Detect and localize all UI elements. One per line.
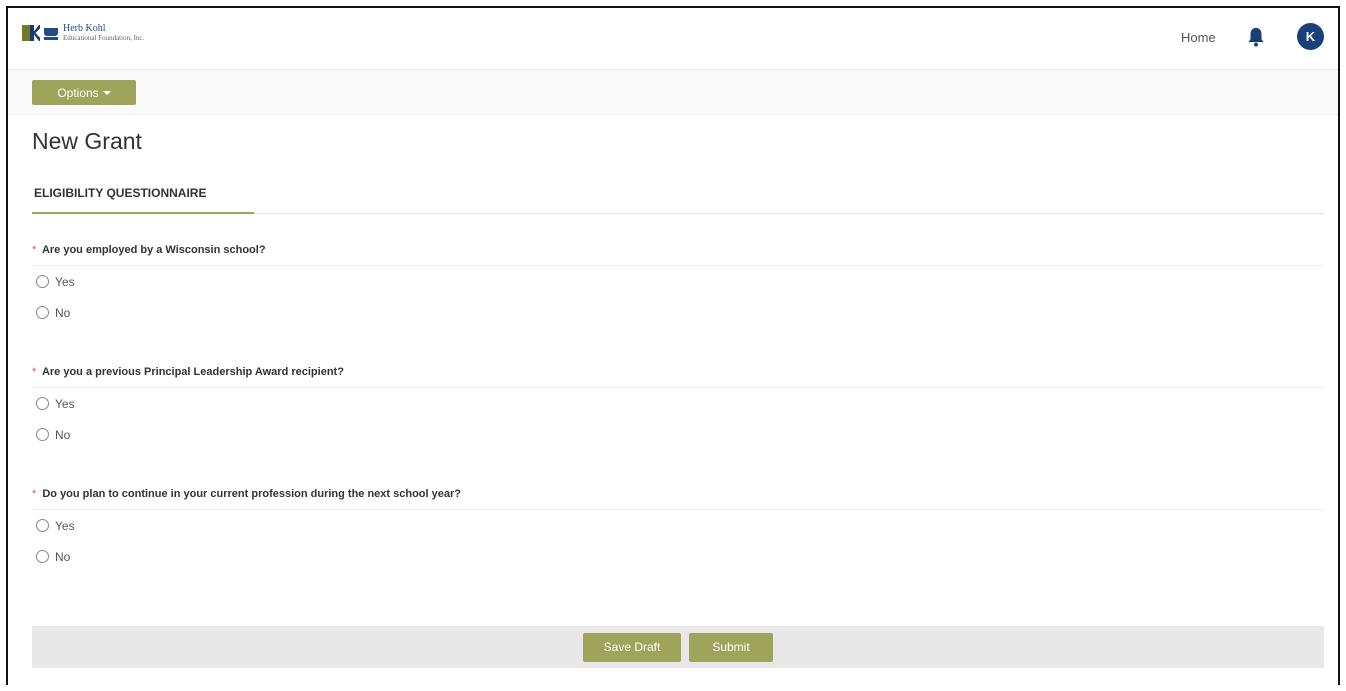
required-marker: * [32,366,37,378]
question-label: * Are you employed by a Wisconsin school… [32,240,1324,266]
question-continue-profession: * Do you plan to continue in your curren… [32,484,1324,572]
logo-subtitle: Educational Foundation, Inc. [63,34,145,42]
radio-button[interactable] [36,306,49,319]
question-previous-recipient: * Are you a previous Principal Leadershi… [32,362,1324,450]
radio-option-no[interactable]: No [32,419,1324,450]
caret-down-icon [102,90,111,95]
tab-eligibility-questionnaire[interactable]: ELIGIBILITY QUESTIONNAIRE [32,176,254,214]
radio-button[interactable] [36,550,49,563]
option-label: Yes [55,518,75,533]
user-avatar[interactable]: K [1297,23,1324,50]
required-marker: * [32,244,37,256]
option-label: No [55,305,71,320]
top-navigation-bar: Herb Kohl Educational Foundation, Inc. H… [8,8,1338,70]
question-text: Are you employed by a Wisconsin school? [41,244,266,256]
form-action-bar: Save Draft Submit [32,626,1324,668]
question-label: * Do you plan to continue in your curren… [32,484,1324,510]
radio-option-yes[interactable]: Yes [32,510,1324,541]
save-draft-button[interactable]: Save Draft [583,632,681,662]
radio-option-yes[interactable]: Yes [32,388,1324,419]
option-label: Yes [55,396,75,411]
required-marker: * [32,488,37,500]
logo-name: Herb Kohl [63,23,106,34]
radio-option-no[interactable]: No [32,297,1324,328]
hk-monogram-icon [22,25,40,41]
radio-button[interactable] [36,275,49,288]
app-window: Herb Kohl Educational Foundation, Inc. H… [6,6,1340,685]
option-label: Yes [55,274,75,289]
page-title: New Grant [32,128,142,154]
options-dropdown-button[interactable]: Options [32,80,136,105]
tab-bar: ELIGIBILITY QUESTIONNAIRE [32,176,1324,214]
options-toolbar: Options [8,70,1338,115]
radio-button[interactable] [36,519,49,532]
radio-option-no[interactable]: No [32,541,1324,572]
question-text: Do you plan to continue in your current … [42,488,461,500]
submit-button[interactable]: Submit [689,632,773,662]
nav-home-link[interactable]: Home [1181,30,1216,45]
foundation-logo[interactable]: Herb Kohl Educational Foundation, Inc. [22,24,144,42]
option-label: No [55,427,71,442]
option-label: No [55,549,71,564]
radio-button[interactable] [36,397,49,410]
radio-option-yes[interactable]: Yes [32,266,1324,297]
logo-text: Herb Kohl Educational Foundation, Inc. [63,24,144,42]
notifications-bell-icon[interactable] [1247,27,1265,47]
radio-button[interactable] [36,428,49,441]
question-wisconsin-school: * Are you employed by a Wisconsin school… [32,240,1324,328]
options-label: Options [57,85,99,100]
question-text: Are you a previous Principal Leadership … [41,366,344,378]
question-label: * Are you a previous Principal Leadershi… [32,362,1324,388]
book-icon [44,27,58,40]
